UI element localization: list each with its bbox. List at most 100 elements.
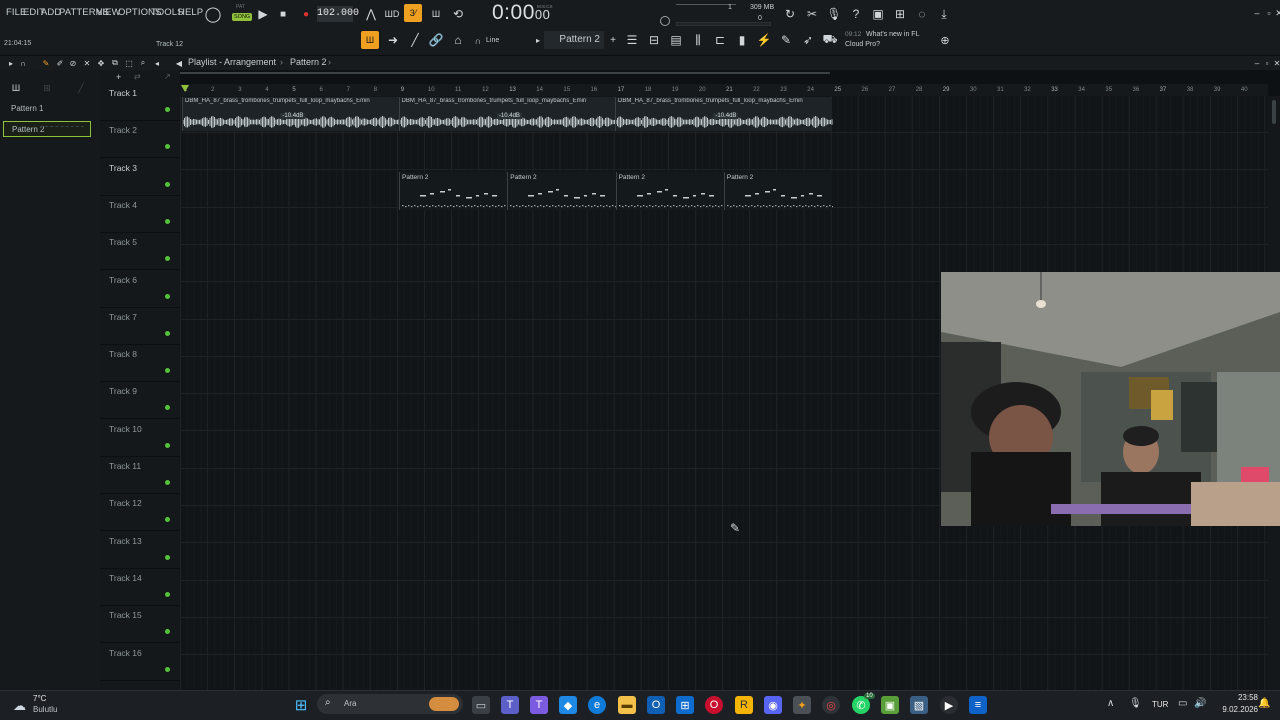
tools-icon[interactable]: ✂: [803, 5, 821, 23]
track-header[interactable]: Track 4: [100, 196, 180, 233]
record-icon[interactable]: ●: [297, 5, 315, 23]
metronome-icon[interactable]: ⋀: [362, 5, 380, 23]
menu-help[interactable]: HELP: [178, 7, 203, 18]
tray-chevron-icon[interactable]: ∧: [1107, 698, 1114, 709]
browser-icon[interactable]: ⊏: [711, 31, 729, 49]
photos-icon[interactable]: ▧: [910, 696, 928, 714]
track-link-icon[interactable]: ↗: [164, 72, 171, 81]
taskbar-search[interactable]: ⌕ Ara: [317, 694, 463, 714]
song-mode-button[interactable]: SONG: [232, 13, 253, 21]
teams-work-icon[interactable]: T: [530, 696, 548, 714]
track-header[interactable]: Track 13: [100, 532, 180, 569]
eq-icon[interactable]: ⫼: [689, 31, 707, 49]
discord-icon[interactable]: ◉: [764, 696, 782, 714]
step-edit-icon[interactable]: Ш: [427, 5, 445, 23]
track-header[interactable]: Track 6: [100, 271, 180, 308]
draw-tool-icon[interactable]: ╱: [406, 31, 424, 49]
news-line1[interactable]: What's new in FL: [866, 31, 919, 38]
pattern-selector[interactable]: Pattern 2: [544, 31, 604, 49]
track-mute-led[interactable]: [165, 256, 170, 262]
track-header[interactable]: Track 12: [100, 494, 180, 532]
track-mute-led[interactable]: [165, 330, 170, 336]
weather-temp[interactable]: 7°C: [33, 694, 46, 703]
outlook-icon[interactable]: O: [647, 696, 665, 714]
track-header[interactable]: Track 5: [100, 233, 180, 271]
mixer-icon[interactable]: ☰: [623, 31, 641, 49]
track-mute-led[interactable]: [165, 405, 170, 411]
track-mute-led[interactable]: [165, 218, 170, 224]
pattern-clip[interactable]: Pattern 2: [399, 172, 509, 210]
media-player-icon[interactable]: ▶: [940, 696, 958, 714]
pattern-list-item-1[interactable]: Pattern 1: [3, 101, 91, 117]
picker-automation-icon[interactable]: ╱: [72, 79, 90, 97]
playhead-marker-icon[interactable]: [181, 85, 189, 92]
track-header[interactable]: Track 3: [100, 159, 180, 196]
channel-rack-icon[interactable]: ⊟: [645, 31, 663, 49]
track-header[interactable]: Track 1: [100, 84, 180, 121]
track-header[interactable]: Track 11: [100, 457, 180, 494]
track-mute-led[interactable]: [165, 517, 170, 523]
windows-start-icon[interactable]: ⊞: [292, 696, 310, 714]
weather-desc[interactable]: Bulutlu: [33, 705, 57, 714]
track-mute-led[interactable]: [165, 480, 170, 485]
recorder-icon[interactable]: ✎: [777, 31, 795, 49]
android-icon[interactable]: ▣: [881, 696, 899, 714]
close-icon[interactable]: ✕: [1270, 4, 1280, 22]
tray-clock-date[interactable]: 9.02.2026: [1212, 705, 1258, 714]
download-icon[interactable]: ⤓: [935, 5, 953, 23]
track-header[interactable]: Track 14: [100, 569, 180, 606]
link-icon[interactable]: 🔗: [427, 31, 445, 49]
save-icon[interactable]: ▣: [869, 5, 887, 23]
play-icon[interactable]: ▶: [254, 5, 272, 23]
add-track-icon[interactable]: +: [116, 72, 121, 82]
refresh-icon[interactable]: ↻: [781, 5, 799, 23]
stamp-icon[interactable]: ⌂: [449, 31, 467, 49]
track-mute-led[interactable]: [165, 629, 170, 635]
news-line2[interactable]: Cloud Pro?: [845, 41, 880, 48]
tempo-display[interactable]: 102.000: [317, 6, 359, 22]
timeline-ruler[interactable]: 1 2 3 4 5 6 7 8 9 10 11 12 13 14 15 16 17 18 19 20 21 22 23 24 2…: [180, 84, 1268, 96]
track-mute-led[interactable]: [165, 442, 170, 448]
track-mute-led[interactable]: [165, 181, 170, 187]
track-header[interactable]: Track 16: [100, 644, 180, 681]
playlist-close-icon[interactable]: ✕: [1268, 54, 1280, 72]
horizontal-scrollbar[interactable]: [180, 72, 830, 74]
file-explorer-icon[interactable]: ▬: [618, 696, 636, 714]
picker-playlist-icon[interactable]: Ш: [7, 79, 25, 97]
audio-clip[interactable]: DBM_HA_87_brass_trombones_trumpets_full_…: [615, 97, 833, 131]
track-header[interactable]: Track 15: [100, 606, 180, 644]
track-header[interactable]: Track 9: [100, 382, 180, 420]
notes-icon[interactable]: ▮: [733, 31, 751, 49]
track-mute-led[interactable]: [165, 293, 170, 299]
master-volume-slider[interactable]: [676, 4, 736, 5]
pattern-clip[interactable]: Pattern 2: [615, 172, 725, 210]
tray-volume-icon[interactable]: 🔊: [1194, 698, 1206, 709]
bird-icon[interactable]: ➶: [799, 31, 817, 49]
chat-icon[interactable]: ◌: [913, 5, 931, 23]
tray-clock-time[interactable]: 23:58: [1218, 693, 1258, 702]
menu-view[interactable]: VIEW: [96, 7, 121, 18]
master-pitch-knob[interactable]: [660, 16, 670, 26]
task-view-icon[interactable]: ▭: [472, 696, 490, 714]
track-mute-led[interactable]: [165, 144, 170, 150]
countdown-icon[interactable]: 3⁄: [404, 4, 422, 22]
notepad-icon[interactable]: ≡: [969, 696, 987, 714]
pat-label[interactable]: PAT: [236, 4, 245, 10]
track-header[interactable]: Track 8: [100, 345, 180, 383]
help-icon[interactable]: ?: [847, 5, 865, 23]
globe-icon[interactable]: ⊕: [936, 31, 954, 49]
microphone-icon[interactable]: 🎙: [825, 5, 843, 23]
magnet-icon[interactable]: ∩: [469, 32, 487, 50]
language-indicator[interactable]: TUR: [1152, 700, 1168, 709]
notification-bell-icon[interactable]: 🔔: [1258, 698, 1270, 709]
playlist-icon[interactable]: Ш: [361, 31, 379, 49]
track-arrows-icon[interactable]: ⇄: [134, 72, 141, 81]
vertical-scrollbar-thumb[interactable]: [1272, 100, 1276, 124]
fl-studio-icon[interactable]: ✦: [793, 696, 811, 714]
track-mute-led[interactable]: [165, 554, 170, 560]
pattern-clip[interactable]: Pattern 2: [723, 172, 834, 210]
track-mute-led[interactable]: [165, 666, 170, 672]
add-pattern-icon[interactable]: +: [604, 31, 622, 49]
audio-clip[interactable]: DBM_HA_87_brass_trombones_trumpets_full_…: [398, 97, 616, 131]
store-icon[interactable]: ⊞: [676, 696, 694, 714]
